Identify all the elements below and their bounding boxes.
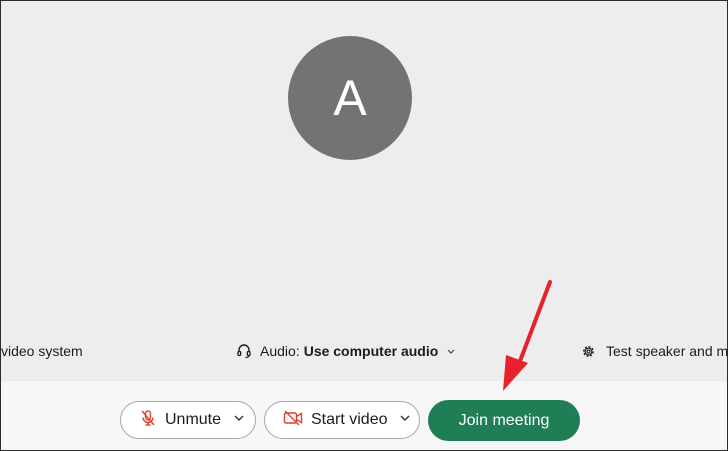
bottom-control-bar: Unmute Start video Join meeting xyxy=(1,381,727,450)
audio-prefix: Audio: xyxy=(260,343,300,359)
chevron-down-icon[interactable] xyxy=(399,411,411,429)
avatar-initial: A xyxy=(333,70,367,126)
audio-value: Use computer audio xyxy=(303,343,439,359)
video-system-option[interactable]: video system xyxy=(1,343,83,359)
join-meeting-button[interactable]: Join meeting xyxy=(428,400,580,441)
avatar: A xyxy=(288,36,412,160)
start-video-label: Start video xyxy=(311,411,388,428)
unmute-label: Unmute xyxy=(165,411,222,428)
chevron-down-icon[interactable] xyxy=(233,411,245,429)
gear-icon xyxy=(581,344,596,359)
headset-icon xyxy=(236,343,252,359)
unmute-button[interactable]: Unmute xyxy=(120,401,256,439)
test-speaker-option[interactable]: Test speaker and m xyxy=(581,343,728,359)
chevron-down-icon xyxy=(446,346,456,356)
video-off-icon xyxy=(283,410,303,431)
join-meeting-label: Join meeting xyxy=(458,411,550,429)
test-speaker-label: Test speaker and m xyxy=(606,343,728,359)
audio-option[interactable]: Audio: Use computer audio xyxy=(236,343,456,359)
start-video-button[interactable]: Start video xyxy=(264,401,420,439)
microphone-muted-icon xyxy=(139,409,157,432)
video-system-label: video system xyxy=(1,343,83,359)
video-preview-area: A video system Audio: Use computer audio xyxy=(1,1,727,381)
meeting-preview-window: A video system Audio: Use computer audio xyxy=(0,0,728,451)
